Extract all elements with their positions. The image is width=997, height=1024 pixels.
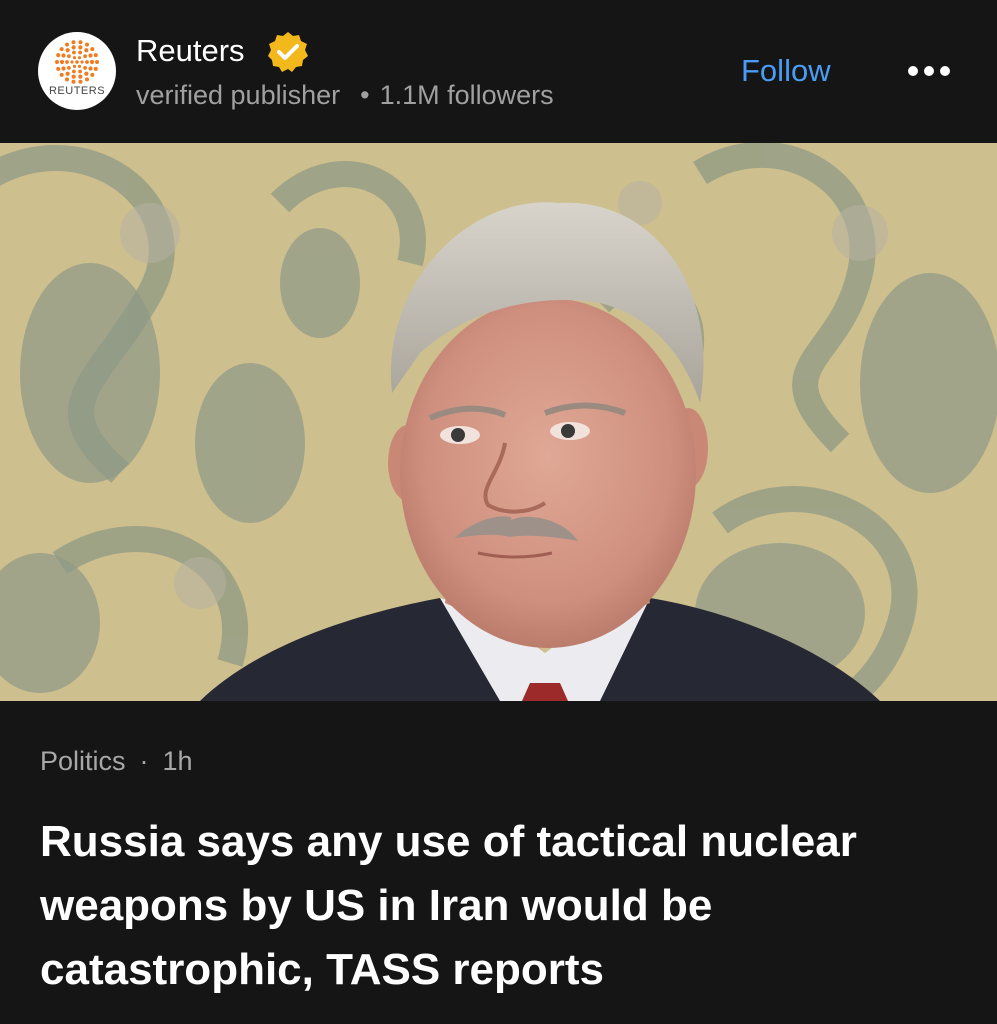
logo-dot: [95, 60, 99, 64]
publisher-header: REUTERS Reuters verified publisher • 1.1M …: [0, 0, 997, 140]
publisher-name[interactable]: Reuters: [136, 33, 245, 69]
reuters-logo-mark: [55, 40, 99, 84]
reuters-logo[interactable]: REUTERS: [38, 32, 116, 110]
article-category[interactable]: Politics: [40, 746, 126, 776]
logo-dot: [61, 66, 66, 71]
verified-badge-icon: [268, 32, 308, 72]
logo-dot: [71, 45, 76, 50]
logo-dot: [85, 77, 89, 82]
logo-dot: [71, 79, 76, 84]
article-headline[interactable]: Russia says any use of tactical nuclear …: [40, 810, 940, 1002]
logo-dot: [77, 56, 82, 60]
logo-dot: [75, 60, 79, 64]
more-options-icon[interactable]: [900, 56, 958, 86]
logo-dot: [93, 53, 98, 58]
logo-dot: [65, 77, 69, 82]
logo-dot: [90, 47, 95, 52]
article-photo: [0, 143, 997, 701]
logo-dot: [65, 48, 70, 53]
logo-dot: [71, 74, 76, 79]
logo-dot: [59, 59, 65, 65]
article-age: 1h: [162, 746, 193, 776]
logo-dot: [85, 42, 89, 47]
logo-dot: [59, 47, 64, 52]
article-meta-separator: ·: [139, 746, 149, 776]
logo-dot: [78, 69, 82, 74]
logo-wordmark: REUTERS: [48, 85, 106, 97]
logo-dot: [67, 65, 71, 70]
logo-dot: [71, 40, 76, 45]
logo-dot: [78, 74, 83, 79]
logo-dot: [78, 79, 83, 84]
logo-dot: [77, 64, 82, 68]
logo-dot: [88, 53, 93, 58]
logo-dot: [65, 60, 69, 64]
follow-button[interactable]: Follow: [741, 52, 831, 90]
logo-dot: [84, 71, 89, 76]
logo-dot: [85, 60, 89, 64]
logo-dot: [72, 50, 76, 55]
article-meta: Politics · 1h: [40, 744, 193, 778]
logo-dot: [72, 64, 77, 68]
logo-dot: [72, 56, 77, 60]
logo-dot: [61, 53, 66, 58]
logo-dot: [56, 66, 61, 71]
publisher-meta: verified publisher • 1.1M followers: [136, 78, 554, 112]
logo-dot: [59, 72, 64, 77]
logo-dot: [80, 60, 84, 64]
logo-dot: [70, 60, 74, 64]
logo-dot: [89, 59, 95, 65]
logo-dot: [55, 60, 59, 64]
logo-dot: [83, 54, 87, 59]
news-card[interactable]: REUTERS Reuters verified publisher • 1.1M …: [0, 0, 997, 1024]
meta-separator: •: [360, 80, 370, 110]
article-image[interactable]: [0, 143, 997, 701]
logo-dot: [90, 72, 95, 77]
logo-dot: [93, 66, 98, 71]
logo-dot: [67, 54, 71, 59]
logo-dot: [78, 45, 83, 50]
logo-dot: [72, 69, 76, 74]
logo-dot: [65, 71, 70, 76]
logo-dot: [78, 40, 83, 45]
publisher-subtitle: verified publisher: [136, 80, 341, 110]
follower-count: 1.1M followers: [379, 80, 554, 110]
logo-dot: [83, 65, 87, 70]
logo-dot: [56, 53, 61, 58]
logo-dot: [78, 50, 82, 55]
logo-dot: [88, 66, 93, 71]
logo-dot: [65, 42, 69, 47]
logo-dot: [84, 48, 89, 53]
